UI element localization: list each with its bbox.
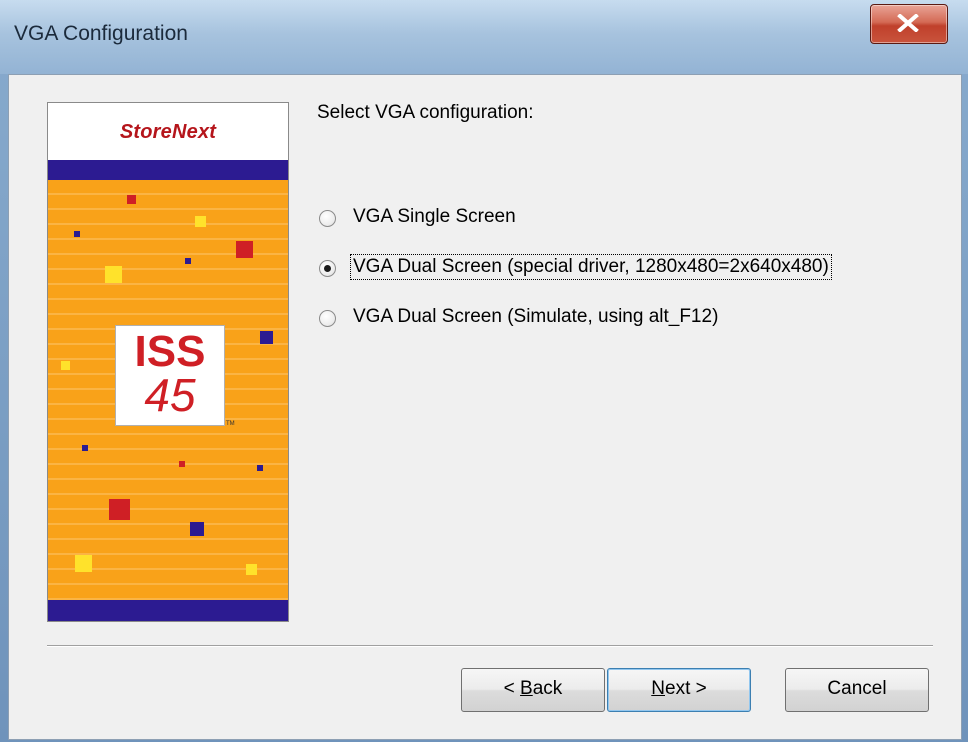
decor-square xyxy=(185,258,191,264)
iss45-logo: ISS 45 xyxy=(115,325,225,426)
decor-square xyxy=(260,331,273,344)
decor-square xyxy=(246,564,257,575)
back-button-mnemonic: B xyxy=(520,678,533,699)
back-button-prefix: < xyxy=(503,678,521,699)
decor-square xyxy=(105,266,122,283)
next-button[interactable]: Next > xyxy=(607,668,751,712)
next-button-mnemonic: N xyxy=(651,678,665,699)
close-icon xyxy=(897,14,919,32)
option-label[interactable]: VGA Dual Screen (Simulate, using alt_F12… xyxy=(351,305,720,329)
decor-square xyxy=(236,241,253,258)
banner-bottom-band xyxy=(48,600,288,621)
storenext-side-banner: StoreNext ISS 45 TM xyxy=(47,102,289,622)
logo-band: StoreNext xyxy=(48,103,288,160)
decor-square xyxy=(82,445,88,451)
trademark-mark: TM xyxy=(226,421,235,427)
decor-square xyxy=(75,555,92,572)
option-label[interactable]: VGA Dual Screen (special driver, 1280x48… xyxy=(350,254,832,280)
title-bar[interactable]: VGA Configuration xyxy=(0,0,968,74)
radio-selected-dot xyxy=(324,265,331,272)
select-vga-prompt: Select VGA configuration: xyxy=(317,102,534,123)
close-button[interactable] xyxy=(870,4,948,44)
vga-configuration-dialog: VGA Configuration StoreNext ISS 45 TM Se… xyxy=(0,0,968,742)
cancel-button[interactable]: Cancel xyxy=(785,668,929,712)
iss45-logo-bottom: 45 xyxy=(144,369,196,421)
back-button-rest: ack xyxy=(532,678,563,699)
decor-square xyxy=(127,195,136,204)
radio-button-icon[interactable] xyxy=(319,260,336,277)
decor-square xyxy=(61,361,70,370)
decor-square xyxy=(195,216,206,227)
footer-separator xyxy=(47,645,933,647)
next-button-rest: ext > xyxy=(665,678,707,699)
decor-square xyxy=(109,499,130,520)
radio-button-icon[interactable] xyxy=(319,210,336,227)
back-button[interactable]: < Back xyxy=(461,668,605,712)
window-title: VGA Configuration xyxy=(14,22,188,45)
option-label[interactable]: VGA Single Screen xyxy=(351,205,518,229)
radio-button-icon[interactable] xyxy=(319,310,336,327)
banner-top-band xyxy=(48,160,288,180)
decor-square xyxy=(190,522,204,536)
storenext-logo: StoreNext xyxy=(119,121,217,143)
decor-square xyxy=(74,231,80,237)
dialog-client-area: StoreNext ISS 45 TM Select VGA configura… xyxy=(8,74,962,740)
decor-square xyxy=(257,465,263,471)
decor-square xyxy=(179,461,185,467)
